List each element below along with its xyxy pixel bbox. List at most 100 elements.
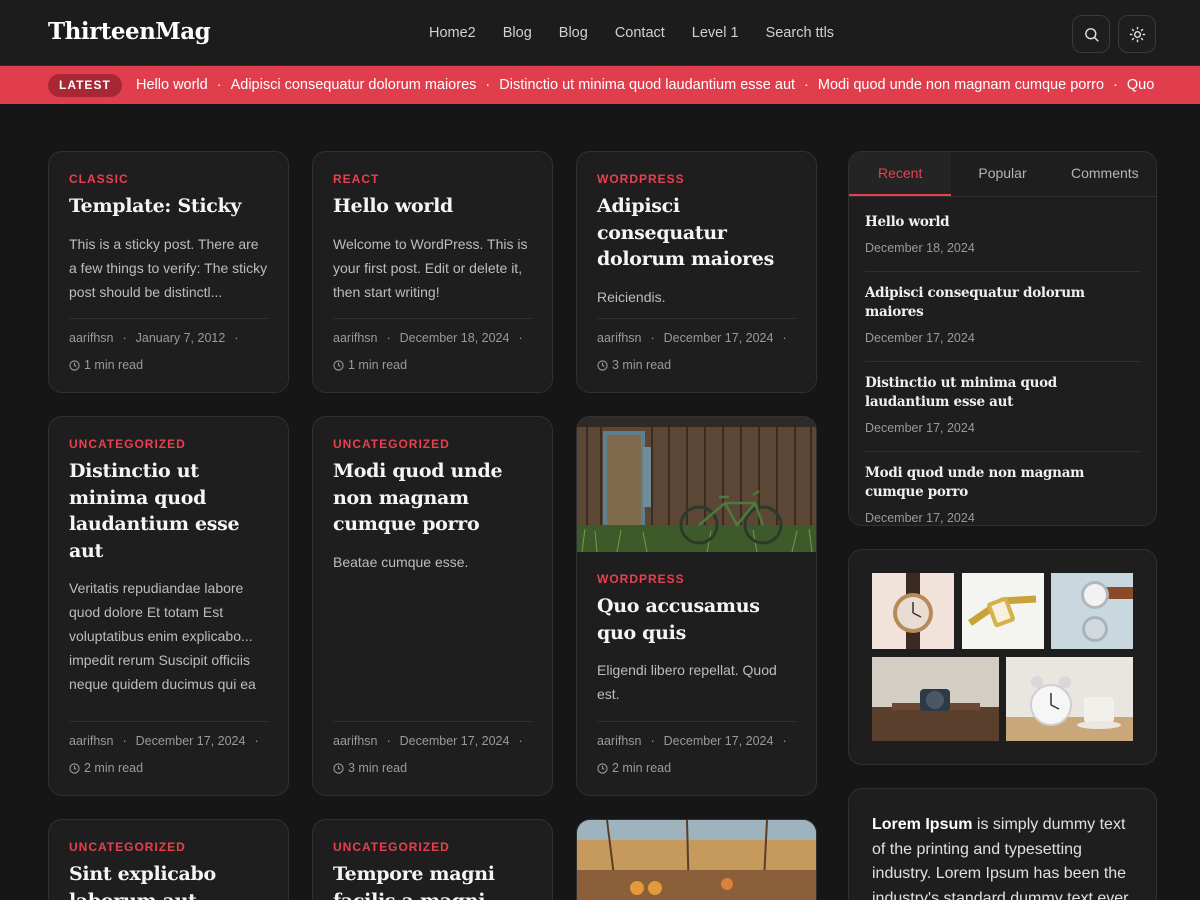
post-date: January 7, 2012 [135,331,226,345]
post-category[interactable]: REACT [333,172,532,186]
post-card[interactable]: WORDPRESS Adipisci consequatur dolorum m… [576,151,817,393]
post-excerpt: Eligendi libero repellat. Quod est. [597,662,777,702]
read-time: 1 min read [69,358,143,372]
recent-post-item[interactable]: Hello world December 18, 2024 [865,197,1140,272]
watch-illustration [893,573,933,649]
post-category[interactable]: WORDPRESS [597,172,796,186]
post-author[interactable]: aarifhsn [597,734,641,748]
recent-post-date: December 17, 2024 [865,511,975,525]
gallery-image-alarm-clock[interactable] [1006,657,1133,741]
card-divider [69,721,268,722]
gallery-image-watch-1[interactable] [872,573,954,649]
post-title[interactable]: Sint explicabo laborum aut [69,861,268,900]
post-title[interactable]: Quo accusamus quo quis [597,593,796,646]
post-title[interactable]: Hello world [333,193,532,220]
post-category[interactable]: CLASSIC [69,172,268,186]
nav-item-blog-2[interactable]: Blog [559,25,588,41]
nav-item-blog[interactable]: Blog [503,25,532,41]
post-author[interactable]: aarifhsn [333,734,377,748]
post-author[interactable]: aarifhsn [69,734,113,748]
recent-post-title[interactable]: Hello world [865,213,1140,232]
post-category[interactable]: UNCATEGORIZED [333,840,532,854]
ticker-separator: · [1113,77,1118,93]
recent-posts-list: Hello world December 18, 2024 Adipisci c… [849,197,1156,525]
gallery-image-watch-2[interactable] [962,573,1044,649]
read-time: 2 min read [69,761,143,775]
wooden-table-watch-illustration [872,657,999,741]
gold-watch-illustration [968,595,1037,628]
read-time-label: 1 min read [84,358,144,372]
clock-icon [69,762,80,774]
post-date: December 18, 2024 [399,331,510,345]
post-card[interactable]: WORDPRESS Quo accusamus quo quis Eligend… [576,416,817,796]
post-category[interactable]: WORDPRESS [597,572,796,586]
post-author[interactable]: aarifhsn [597,331,641,345]
latest-badge: LATEST [48,74,122,97]
nav-item-contact[interactable]: Contact [615,25,665,41]
recent-post-item[interactable]: Modi quod unde non magnam cumque porro D… [865,452,1140,525]
theme-toggle-button[interactable] [1118,15,1156,53]
post-title[interactable]: Tempore magni facilis a magni [333,861,532,900]
gallery-image-watch-4[interactable] [872,657,999,741]
post-card[interactable]: CLASSIC Template: Sticky This is a stick… [48,151,289,393]
read-time: 2 min read [597,761,671,775]
ticker-item[interactable]: Modi quod unde non magnam cumque porro [818,77,1104,93]
post-card[interactable]: UNCATEGORIZED Modi quod unde non magnam … [312,416,553,796]
recent-post-title[interactable]: Adipisci consequatur dolorum maiores [865,284,1140,322]
read-time: 1 min read [333,358,407,372]
tabbed-posts-widget: Recent Popular Comments Hello world Dece… [848,151,1157,526]
ticker-item[interactable]: Adipisci consequatur dolorum maiores [231,77,477,93]
recent-post-item[interactable]: Adipisci consequatur dolorum maiores Dec… [865,272,1140,362]
recent-post-title[interactable]: Modi quod unde non magnam cumque porro [865,464,1140,502]
search-button[interactable] [1072,15,1110,53]
post-author[interactable]: aarifhsn [333,331,377,345]
recent-post-item[interactable]: Distinctio ut minima quod laudantium ess… [865,362,1140,452]
post-excerpt: This is a sticky post. There are a few t… [69,235,268,300]
clock-icon [69,359,80,371]
gallery-image-watch-3[interactable] [1051,573,1133,649]
widget-tabs: Recent Popular Comments [849,152,1156,197]
recent-post-date: December 17, 2024 [865,331,975,345]
tab-popular[interactable]: Popular [951,152,1053,196]
post-meta: aarifhsn · December 17, 2024 · [597,331,787,345]
tab-comments[interactable]: Comments [1054,152,1156,196]
post-meta: aarifhsn · December 18, 2024 · [333,331,523,345]
post-category[interactable]: UNCATEGORIZED [69,840,268,854]
post-title[interactable]: Template: Sticky [69,193,268,220]
post-card[interactable] [576,819,817,900]
read-time-label: 2 min read [612,761,672,775]
post-title[interactable]: Modi quod unde non magnam cumque porro [333,458,532,538]
card-divider [597,721,796,722]
post-category[interactable]: UNCATEGORIZED [333,437,532,451]
nav-item-level-1[interactable]: Level 1 [692,25,739,41]
post-card[interactable]: UNCATEGORIZED Sint explicabo laborum aut [48,819,289,900]
read-time-label: 1 min read [348,358,408,372]
tab-recent[interactable]: Recent [849,152,952,196]
post-excerpt: Reiciendis. [597,288,666,305]
nav-item-home2[interactable]: Home2 [429,25,476,41]
post-card[interactable]: REACT Hello world Welcome to WordPress. … [312,151,553,393]
site-logo[interactable]: ThirteenMag [48,18,211,45]
recent-post-title[interactable]: Distinctio ut minima quod laudantium ess… [865,374,1140,412]
post-card[interactable]: UNCATEGORIZED Tempore magni facilis a ma… [312,819,553,900]
ticker-item[interactable]: Distinctio ut minima quod laudantium ess… [499,77,795,93]
ticker-item[interactable]: Quo accusamus quo quis [1127,77,1158,93]
post-image-boats[interactable] [577,820,816,900]
post-card[interactable]: UNCATEGORIZED Distinctio ut minima quod … [48,416,289,796]
search-icon [1084,27,1099,42]
read-time-label: 3 min read [612,358,672,372]
post-excerpt: Veritatis repudiandae labore quod dolore… [69,580,256,692]
post-title[interactable]: Adipisci consequatur dolorum maiores [597,193,796,273]
post-meta: aarifhsn · December 17, 2024 · [69,734,259,748]
post-image-barn-bicycle[interactable] [577,417,816,552]
post-excerpt: Beatae cumque esse. [333,553,469,570]
boats-illustration [577,820,816,900]
post-title[interactable]: Distinctio ut minima quod laudantium ess… [69,458,268,564]
post-author[interactable]: aarifhsn [69,331,113,345]
ticker-item[interactable]: Hello world [136,77,208,93]
recent-post-date: December 17, 2024 [865,421,975,435]
nav-item-search-ttls[interactable]: Search ttls [766,25,835,41]
post-category[interactable]: UNCATEGORIZED [69,437,268,451]
read-time-label: 3 min read [348,761,408,775]
text-widget: Lorem Ipsum is simply dummy text of the … [848,788,1157,900]
